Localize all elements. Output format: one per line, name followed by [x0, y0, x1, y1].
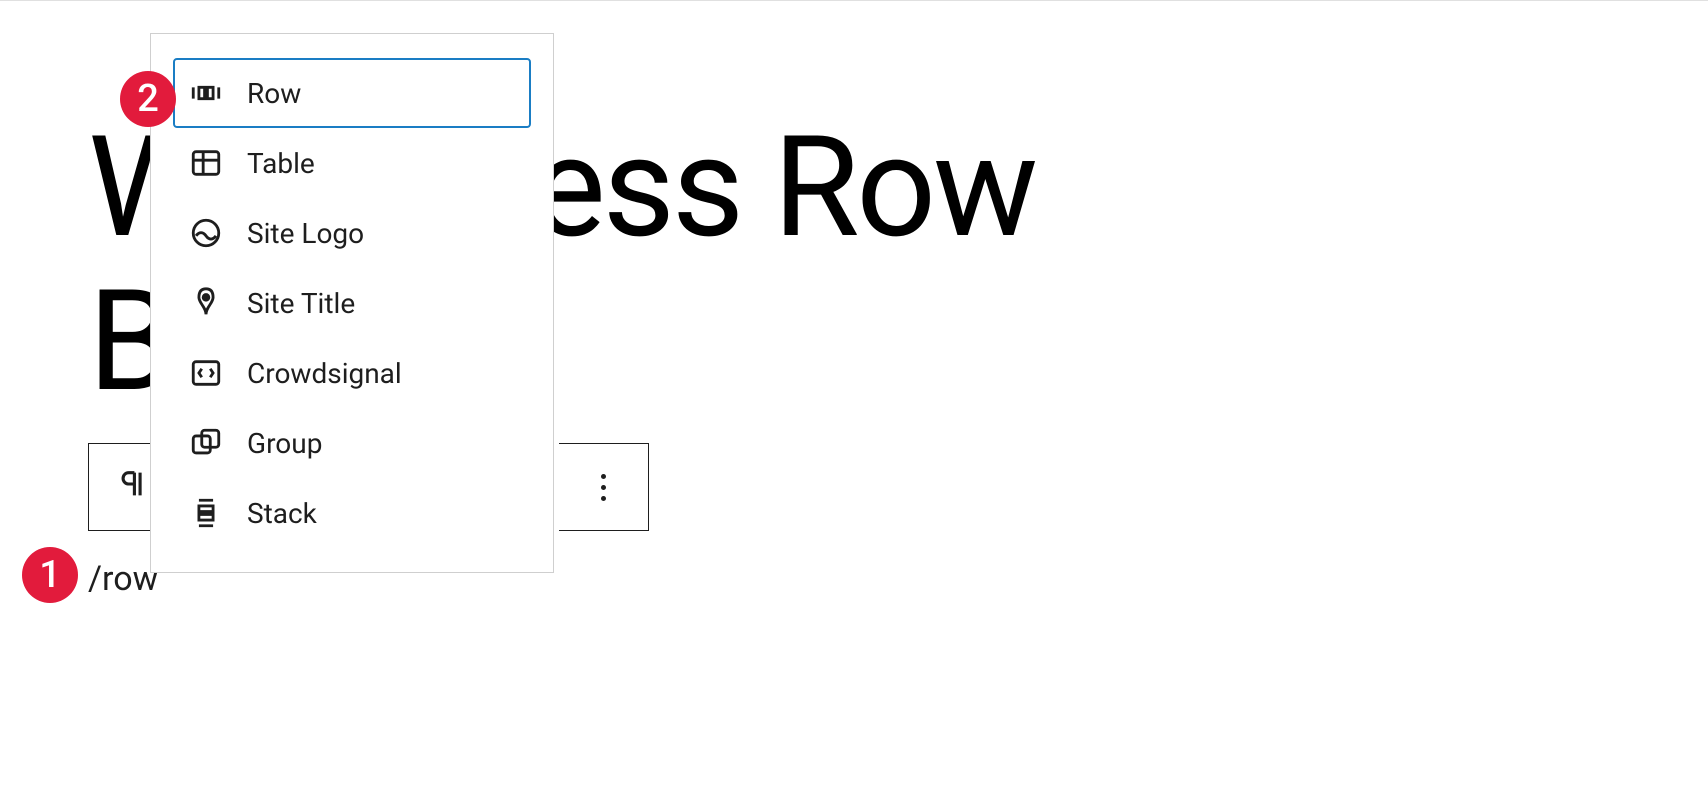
popover-item-table[interactable]: Table — [173, 128, 531, 198]
kebab-icon — [601, 474, 606, 501]
crowdsignal-icon — [189, 356, 223, 390]
popover-item-row[interactable]: Row — [173, 58, 531, 128]
popover-item-site-title[interactable]: Site Title — [173, 268, 531, 338]
popover-item-site-logo[interactable]: Site Logo — [173, 198, 531, 268]
site-logo-icon — [189, 216, 223, 250]
popover-item-stack[interactable]: Stack — [173, 478, 531, 548]
pilcrow-icon — [116, 467, 150, 508]
popover-item-crowdsignal[interactable]: Crowdsignal — [173, 338, 531, 408]
popover-item-label: Site Title — [247, 287, 355, 320]
row-icon — [189, 76, 223, 110]
badge-label: 2 — [137, 77, 159, 121]
popover-item-label: Site Logo — [247, 217, 364, 250]
popover-item-label: Crowdsignal — [247, 357, 402, 390]
table-icon — [189, 146, 223, 180]
stack-icon — [189, 496, 223, 530]
badge-label: 1 — [39, 553, 61, 597]
site-title-icon — [189, 286, 223, 320]
popover-item-label: Row — [247, 77, 301, 110]
annotation-badge-2: 2 — [120, 71, 176, 127]
popover-item-label: Group — [247, 427, 322, 460]
more-options-button[interactable] — [559, 443, 649, 531]
group-icon — [189, 426, 223, 460]
popover-item-label: Table — [247, 147, 315, 180]
popover-item-label: Stack — [247, 497, 317, 530]
block-inserter-popover: Row Table Site Logo Site Title Crowdsign… — [150, 33, 554, 573]
popover-item-group[interactable]: Group — [173, 408, 531, 478]
slash-command-input[interactable]: /row — [88, 559, 158, 599]
slash-command-text: /row — [88, 559, 158, 599]
annotation-badge-1: 1 — [22, 547, 78, 603]
